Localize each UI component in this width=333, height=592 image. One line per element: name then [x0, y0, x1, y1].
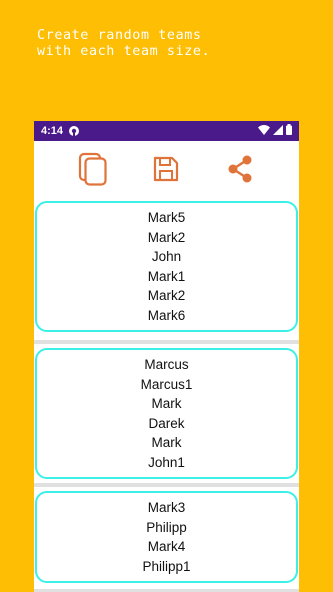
copy-button[interactable] [75, 152, 111, 190]
team-member: Mark5 [147, 210, 186, 225]
action-toolbar [34, 141, 299, 201]
signal-icon [273, 124, 283, 138]
team-member: John1 [148, 454, 185, 470]
team-member: Marcus1 [140, 376, 193, 392]
copy-icon [78, 152, 108, 190]
status-icons [258, 124, 292, 138]
status-bar: 4:14 [34, 121, 299, 141]
phone-screen: 4:14 Mark5 Mark2 John Mark1 Mark2 Mark6 … [34, 121, 299, 592]
team-block-1: Mark5 Mark2 John Mark1 Mark2 Mark6 [34, 201, 299, 344]
team-member: Mark6 [147, 307, 186, 323]
wifi-icon [258, 124, 270, 138]
team-member: Mark4 [147, 539, 186, 554]
team-member: Mark3 [147, 500, 186, 515]
team-list: Mark5 Mark2 John Mark1 Mark2 Mark6 Marcu… [34, 201, 299, 592]
team-member: Mark1 [147, 268, 186, 284]
save-button[interactable] [148, 153, 184, 189]
team-card[interactable]: Marcus Marcus1 Mark Darek Mark John1 [35, 348, 298, 479]
team-member: Philipp1 [142, 558, 191, 574]
team-block-2: Marcus Marcus1 Mark Darek Mark John1 [34, 344, 299, 487]
status-time: 4:14 [41, 125, 64, 137]
team-member: Marcus [144, 357, 189, 372]
team-block-3: Mark3 Philipp Mark4 Philipp1 [34, 487, 299, 592]
team-member: Mark [151, 435, 182, 450]
team-member: Darek [148, 415, 185, 431]
team-member: Mark2 [147, 288, 186, 303]
team-card[interactable]: Mark3 Philipp Mark4 Philipp1 [35, 491, 298, 583]
team-member: Philipp [146, 519, 187, 535]
promo-caption: Create random teams with each team size. [37, 28, 211, 59]
share-icon [226, 154, 254, 188]
app-notification-icon [69, 126, 80, 136]
team-member: John [151, 249, 182, 264]
battery-icon [286, 124, 292, 138]
share-button[interactable] [222, 153, 258, 189]
team-member: Mark [151, 396, 182, 411]
save-icon [152, 155, 180, 187]
team-card[interactable]: Mark5 Mark2 John Mark1 Mark2 Mark6 [35, 201, 298, 332]
team-member: Mark2 [147, 229, 186, 245]
